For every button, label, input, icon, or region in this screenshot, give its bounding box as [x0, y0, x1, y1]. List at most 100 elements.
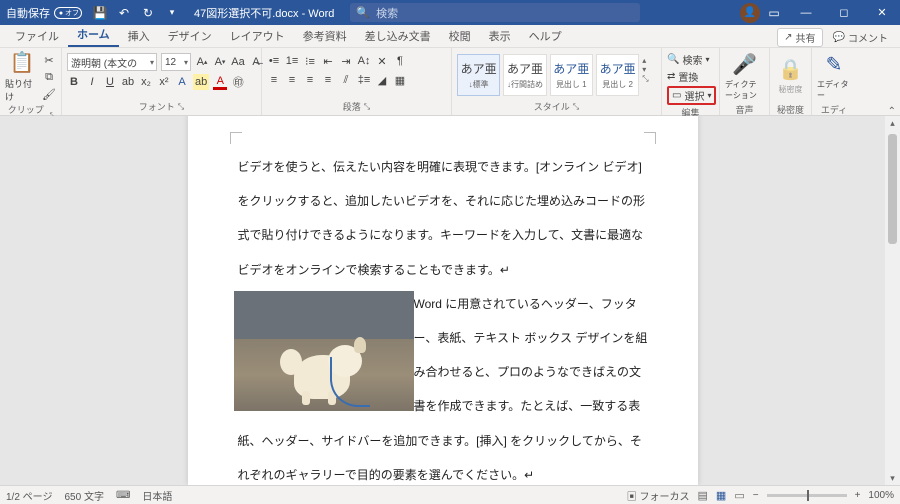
view-read-icon[interactable]: ▤ [698, 489, 708, 502]
status-page[interactable]: 1/2 ページ [6, 488, 52, 503]
focus-mode[interactable]: ▣ フォーカス [627, 488, 690, 503]
strike-button[interactable]: ab [121, 74, 135, 90]
styles-launcher-icon[interactable]: ⤡ [573, 102, 579, 112]
zoom-slider[interactable] [767, 494, 847, 497]
collapse-ribbon-icon[interactable]: ⌃ [888, 106, 896, 117]
save-icon[interactable]: 💾 [88, 1, 112, 25]
scroll-thumb[interactable] [888, 134, 897, 244]
show-marks-icon[interactable]: ¶ [393, 53, 407, 69]
change-case-icon[interactable]: Aa [231, 54, 245, 70]
sort-icon[interactable]: A↕ [357, 53, 371, 69]
find-button[interactable]: 🔍検索▾ [667, 52, 716, 67]
status-words[interactable]: 650 文字 [64, 488, 103, 503]
decrease-indent-icon[interactable]: ⇤ [321, 53, 335, 69]
sensitivity-button[interactable]: 🔒秘密度 [775, 50, 806, 102]
style-normal[interactable]: あア亜↓標準 [457, 54, 500, 96]
highlight-icon[interactable]: ab [193, 74, 209, 90]
tab-help[interactable]: ヘルプ [520, 25, 571, 47]
align-left-icon[interactable]: ≡ [267, 72, 281, 88]
zoom-level[interactable]: 100% [868, 490, 894, 501]
document-area[interactable]: ビデオを使うと、伝えたい内容を明確に表現できます。[オンライン ビデオ] をクリ… [0, 116, 885, 485]
justify-icon[interactable]: ≡ [321, 72, 335, 88]
tab-references[interactable]: 参考資料 [294, 25, 356, 47]
font-color-icon[interactable]: A [213, 74, 227, 90]
multilevel-icon[interactable]: ⁝≡ [303, 53, 317, 69]
editor-button[interactable]: ✎エディター [817, 50, 851, 102]
search-box[interactable]: 🔍 検索 [350, 3, 640, 22]
paragraph-label: 段落 [343, 100, 361, 113]
grow-font-icon[interactable]: A▴ [195, 54, 209, 70]
scroll-track[interactable] [885, 130, 900, 471]
tab-mailings[interactable]: 差し込み文書 [356, 25, 440, 47]
numbering-icon[interactable]: 1≡ [285, 53, 299, 69]
qat-more-icon[interactable]: ▾ [160, 1, 184, 25]
borders-icon[interactable]: ▦ [393, 72, 407, 88]
search-placeholder: 検索 [376, 5, 398, 21]
view-web-icon[interactable]: ▭ [734, 489, 744, 502]
superscript-button[interactable]: x² [157, 74, 171, 90]
status-language[interactable]: 日本語 [142, 488, 172, 503]
tab-review[interactable]: 校閲 [440, 25, 480, 47]
italic-button[interactable]: I [85, 74, 99, 90]
scroll-down-icon[interactable]: ▾ [885, 471, 900, 485]
user-avatar[interactable]: 👤 [740, 3, 760, 23]
shrink-font-icon[interactable]: A▾ [213, 54, 227, 70]
undo-icon[interactable]: ↶ [112, 1, 136, 25]
clear-format-icon[interactable]: A̶ [249, 54, 263, 70]
format-painter-icon[interactable]: 🖌 [42, 86, 56, 102]
tab-design[interactable]: デザイン [159, 25, 221, 47]
paragraph-launcher-icon[interactable]: ⤡ [364, 102, 370, 112]
vertical-scrollbar[interactable]: ▴ ▾ [885, 116, 900, 485]
style-heading2[interactable]: あア亜見出し 2 [596, 54, 639, 96]
redo-icon[interactable]: ↻ [136, 1, 160, 25]
close-button[interactable]: ✕ [864, 0, 900, 25]
status-proofing-icon[interactable]: ⌨ [116, 490, 130, 501]
zoom-in-icon[interactable]: + [855, 490, 861, 501]
shading-icon[interactable]: ◢ [375, 72, 389, 88]
tab-insert[interactable]: 挿入 [119, 25, 159, 47]
align-right-icon[interactable]: ≡ [303, 72, 317, 88]
tab-file[interactable]: ファイル [6, 25, 68, 47]
tab-layout[interactable]: レイアウト [221, 25, 294, 47]
tab-home[interactable]: ホーム [68, 23, 119, 47]
replace-button[interactable]: ⇄置換 [667, 69, 716, 84]
paragraph-1[interactable]: ビデオを使うと、伝えたい内容を明確に表現できます。[オンライン ビデオ] をクリ… [238, 150, 648, 287]
dictate-button[interactable]: 🎤ディクテーション [725, 50, 764, 102]
font-size-combo[interactable]: 12 [161, 53, 191, 71]
inline-image[interactable] [234, 291, 414, 411]
bold-button[interactable]: B [67, 74, 81, 90]
asian-layout-icon[interactable]: ✕ [375, 53, 389, 69]
tab-view[interactable]: 表示 [480, 25, 520, 47]
select-button[interactable]: ▭選択▾ [667, 86, 716, 105]
distribute-icon[interactable]: ⫽ [339, 72, 353, 88]
paragraph-2[interactable]: Word に用意されているヘッダー、フッター、表紙、テキスト ボックス デザイン… [238, 287, 648, 485]
copy-icon[interactable]: ⧉ [42, 69, 56, 85]
text-effects-icon[interactable]: A [175, 74, 189, 90]
maximize-button[interactable]: ◻ [826, 0, 862, 25]
minimize-button[interactable]: ― [788, 0, 824, 25]
view-print-icon[interactable]: ▦ [716, 489, 726, 502]
autosave-toggle[interactable]: ● オフ [54, 7, 82, 19]
enclose-char-icon[interactable]: ㊞ [231, 74, 245, 90]
bullets-icon[interactable]: •≡ [267, 53, 281, 69]
replace-icon: ⇄ [667, 71, 675, 82]
share-button[interactable]: ↗共有 [777, 28, 822, 47]
font-launcher-icon[interactable]: ⤡ [178, 102, 184, 112]
comments-button[interactable]: 💬コメント [827, 29, 894, 46]
style-no-spacing[interactable]: あア亜↓行間詰め [503, 54, 546, 96]
font-name-combo[interactable]: 游明朝 (本文の [67, 53, 157, 71]
style-heading1[interactable]: あア亜見出し 1 [550, 54, 593, 96]
cut-icon[interactable]: ✂ [42, 52, 56, 68]
styles-more[interactable]: ▴▾⤡ [642, 54, 656, 86]
underline-button[interactable]: U [103, 74, 117, 90]
title-bar: 自動保存 ● オフ 💾 ↶ ↻ ▾ 47図形選択不可.docx - Word 🔍… [0, 0, 900, 25]
autosave[interactable]: 自動保存 ● オフ [0, 5, 88, 21]
zoom-out-icon[interactable]: − [753, 490, 759, 501]
scroll-up-icon[interactable]: ▴ [885, 116, 900, 130]
line-spacing-icon[interactable]: ‡≡ [357, 72, 371, 88]
paste-button[interactable]: 📋貼り付け [5, 50, 39, 102]
align-center-icon[interactable]: ≡ [285, 72, 299, 88]
subscript-button[interactable]: x₂ [139, 74, 153, 90]
increase-indent-icon[interactable]: ⇥ [339, 53, 353, 69]
ribbon-options-icon[interactable]: ▭ [762, 1, 786, 25]
